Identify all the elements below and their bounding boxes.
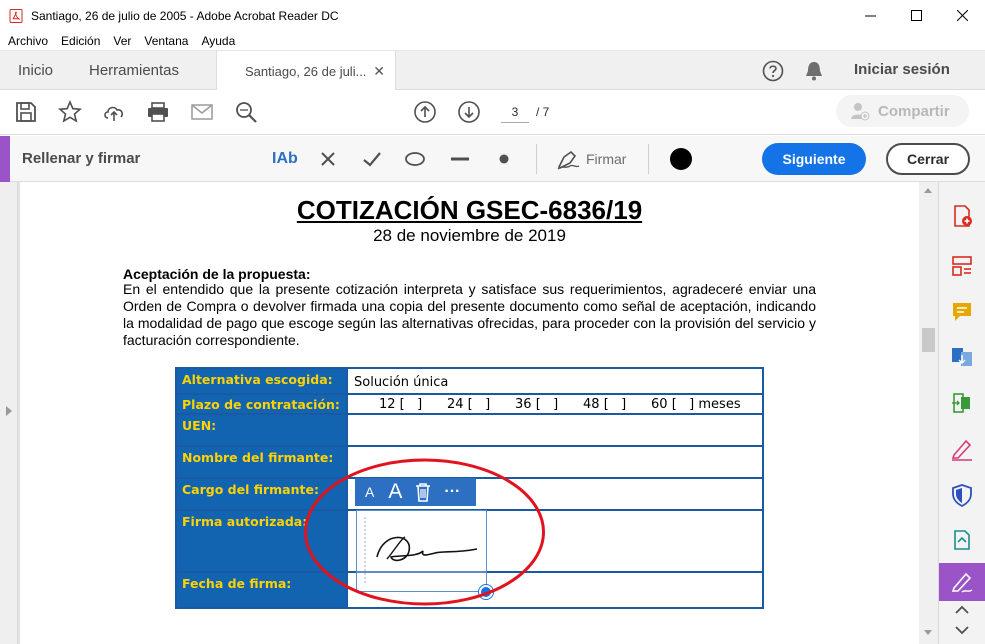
color-picker[interactable] bbox=[670, 148, 692, 170]
save-icon[interactable] bbox=[14, 100, 38, 124]
chevron-down-icon[interactable] bbox=[950, 623, 974, 637]
page-total: / 7 bbox=[536, 105, 550, 119]
tool-accent-bar bbox=[0, 136, 10, 182]
email-icon[interactable] bbox=[190, 100, 214, 124]
title-bar: Santiago, 26 de julio de 2005 - Adobe Ac… bbox=[0, 0, 985, 31]
divider bbox=[536, 144, 537, 174]
scroll-up-icon[interactable] bbox=[924, 188, 932, 193]
menu-ayuda[interactable]: Ayuda bbox=[201, 34, 235, 48]
create-pdf-icon[interactable] bbox=[950, 204, 974, 228]
acrobat-app-icon bbox=[9, 8, 23, 23]
page-number-input[interactable]: 3 bbox=[501, 103, 529, 123]
section-heading: Aceptación de la propuesta: bbox=[123, 266, 311, 282]
form-label: Alternativa escogida: bbox=[177, 369, 348, 393]
fill-sign-toolbar: Rellenar y firmar IAb Firmar Siguiente C… bbox=[0, 136, 985, 182]
help-icon[interactable] bbox=[762, 60, 784, 82]
add-text-icon: IAb bbox=[272, 150, 298, 167]
checkmark-icon[interactable] bbox=[362, 148, 382, 170]
previous-page-icon[interactable] bbox=[413, 100, 437, 124]
close-tool-button[interactable]: Cerrar bbox=[886, 143, 970, 175]
tab-tools[interactable]: Herramientas bbox=[89, 51, 179, 90]
document-title: COTIZACIÓN GSEC-6836/19 bbox=[20, 195, 919, 226]
sign-button[interactable]: Firmar bbox=[556, 148, 626, 170]
form-value[interactable]: 12 [ ] 24 [ ] 36 [ ] 48 [ ] 60 [ ] meses bbox=[377, 395, 743, 416]
organize-pages-icon[interactable] bbox=[950, 254, 974, 278]
right-tools-panel bbox=[938, 182, 985, 644]
ellipse-icon[interactable] bbox=[404, 148, 426, 170]
cloud-upload-icon[interactable] bbox=[102, 100, 126, 124]
add-text-tool[interactable]: IAb bbox=[272, 148, 298, 170]
menu-ver[interactable]: Ver bbox=[113, 34, 131, 48]
minimize-icon bbox=[864, 15, 876, 17]
close-window-button[interactable] bbox=[939, 0, 985, 31]
divider bbox=[648, 144, 649, 174]
table-row: Alternativa escogida: Solución única bbox=[177, 369, 762, 395]
menu-edicion[interactable]: Edición bbox=[61, 34, 100, 48]
cross-mark-icon[interactable] bbox=[319, 148, 337, 170]
document-area: COTIZACIÓN GSEC-6836/19 28 de noviembre … bbox=[0, 182, 938, 644]
next-page-icon[interactable] bbox=[457, 100, 481, 124]
bell-icon[interactable] bbox=[804, 60, 824, 82]
vertical-scrollbar[interactable] bbox=[919, 182, 938, 644]
expand-arrow-icon bbox=[6, 406, 12, 416]
line-icon[interactable] bbox=[449, 148, 471, 170]
search-icon[interactable] bbox=[234, 100, 258, 124]
window-title: Santiago, 26 de julio de 2005 - Adobe Ac… bbox=[31, 8, 339, 23]
sign-label: Firmar bbox=[586, 151, 627, 167]
pen-sign-icon bbox=[557, 150, 580, 170]
print-icon[interactable] bbox=[146, 100, 170, 124]
edit-pen-icon[interactable] bbox=[950, 437, 974, 461]
share-label: Compartir bbox=[878, 102, 950, 120]
dot-icon[interactable] bbox=[496, 148, 512, 170]
tab-close-icon[interactable]: ✕ bbox=[373, 63, 385, 80]
document-title-text: COTIZACIÓN GSEC-6836/19 bbox=[296, 195, 643, 225]
menu-archivo[interactable]: Archivo bbox=[8, 34, 48, 48]
form-label: UEN: bbox=[177, 415, 348, 445]
minimize-button[interactable] bbox=[847, 0, 893, 31]
fill-sign-pen-icon bbox=[951, 572, 973, 593]
close-icon bbox=[956, 10, 968, 21]
export-pdf-icon[interactable] bbox=[950, 345, 974, 369]
tab-document-label: Santiago, 26 de juli... bbox=[245, 63, 367, 79]
maximize-icon bbox=[910, 10, 922, 21]
scroll-down-icon[interactable] bbox=[924, 630, 932, 635]
pdf-page: COTIZACIÓN GSEC-6836/19 28 de noviembre … bbox=[20, 182, 919, 644]
tab-document[interactable]: Santiago, 26 de juli... ✕ bbox=[216, 51, 396, 91]
form-value[interactable]: Solución única bbox=[352, 371, 450, 394]
table-row: Plazo de contratación: 12 [ ] 24 [ ] 36 … bbox=[177, 395, 762, 415]
body-paragraph: En el entendido que la presente cotizaci… bbox=[123, 281, 816, 348]
main-toolbar: 3 / 7 Compartir bbox=[0, 90, 985, 135]
fill-sign-tool-active[interactable] bbox=[939, 563, 985, 601]
next-button[interactable]: Siguiente bbox=[762, 143, 866, 175]
tab-home[interactable]: Inicio bbox=[18, 51, 53, 90]
comment-icon[interactable] bbox=[950, 300, 974, 324]
red-highlight-ellipse bbox=[304, 458, 545, 606]
send-pdf-icon[interactable] bbox=[950, 528, 974, 552]
form-label: Plazo de contratación: bbox=[177, 395, 348, 413]
add-user-icon bbox=[851, 103, 870, 121]
menu-bar: Archivo Edición Ver Ventana Ayuda bbox=[0, 31, 985, 50]
chevron-up-icon[interactable] bbox=[950, 603, 974, 617]
menu-ventana[interactable]: Ventana bbox=[144, 34, 188, 48]
form-value[interactable] bbox=[352, 415, 356, 423]
maximize-button[interactable] bbox=[893, 0, 939, 31]
protect-shield-icon[interactable] bbox=[950, 483, 974, 507]
form-value[interactable] bbox=[352, 447, 356, 455]
scrollbar-thumb[interactable] bbox=[922, 328, 935, 352]
star-icon[interactable] bbox=[58, 100, 82, 124]
table-row: UEN: bbox=[177, 415, 762, 447]
fill-sign-title: Rellenar y firmar bbox=[22, 150, 141, 167]
tab-bar: Inicio Herramientas Santiago, 26 de juli… bbox=[0, 50, 985, 91]
compare-files-icon[interactable] bbox=[950, 391, 974, 415]
left-panel-toggle[interactable] bbox=[0, 182, 18, 644]
signin-button[interactable]: Iniciar sesión bbox=[854, 61, 950, 78]
document-date: 28 de noviembre de 2019 bbox=[373, 226, 566, 245]
share-button[interactable]: Compartir bbox=[836, 95, 969, 127]
